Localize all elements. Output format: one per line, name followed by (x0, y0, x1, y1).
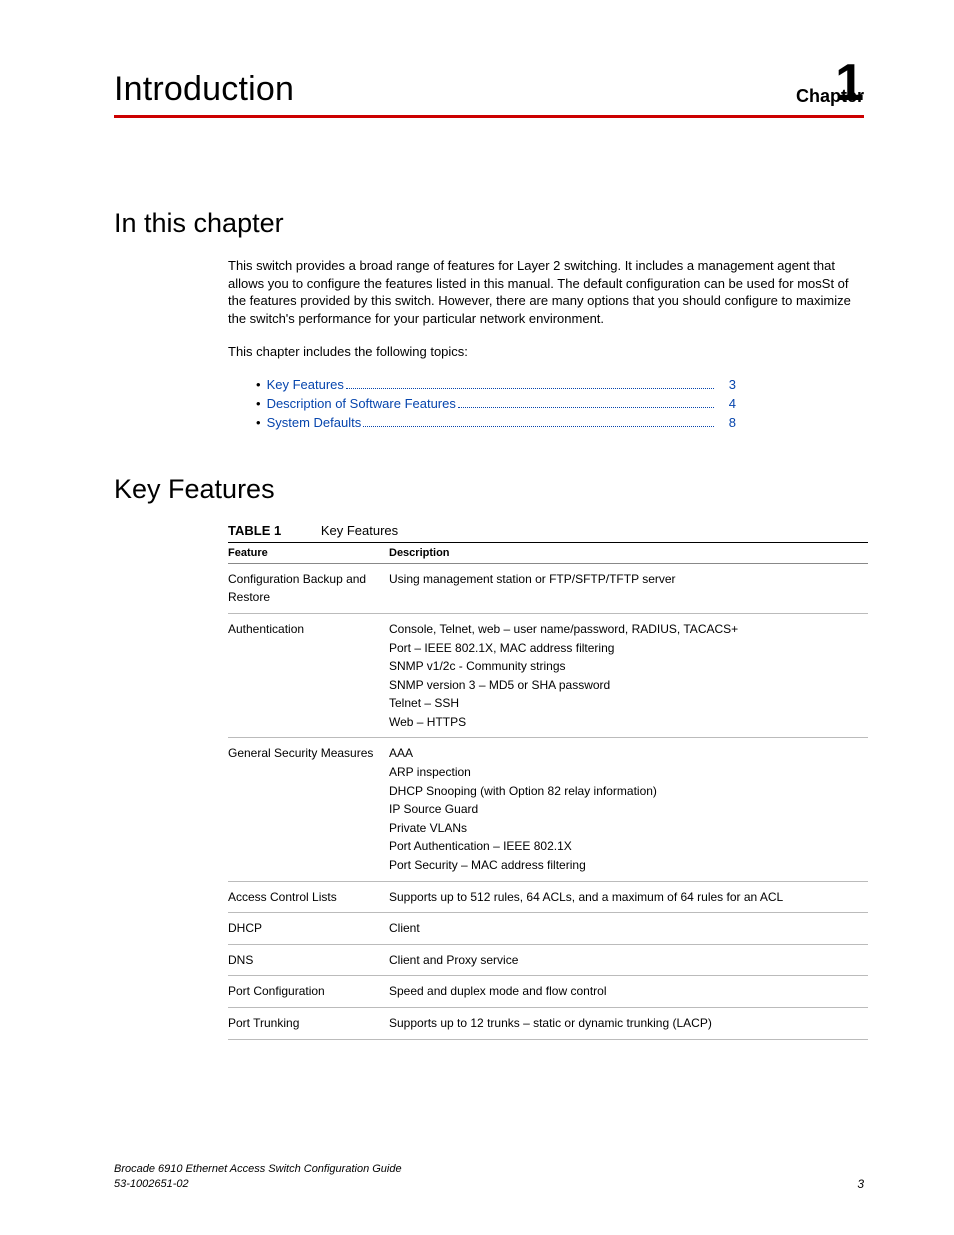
description-cell: Supports up to 12 trunks – static or dyn… (389, 1008, 868, 1040)
footer-page-number: 3 (857, 1177, 864, 1191)
table-caption: TABLE 1 Key Features (228, 523, 864, 538)
description-cell: Client (389, 913, 868, 945)
feature-cell: General Security Measures (228, 738, 389, 881)
table-row: Port TrunkingSupports up to 12 trunks – … (228, 1008, 868, 1040)
key-features-table: Feature Description Configuration Backup… (228, 542, 868, 1040)
chapter-toc: • Key Features 3 • Description of Softwa… (256, 377, 864, 430)
chapter-title-row: Introduction 1 (114, 59, 864, 118)
bullet-icon: • (256, 377, 261, 392)
table-row: DHCPClient (228, 913, 868, 945)
toc-entry[interactable]: • Key Features 3 (256, 377, 736, 392)
description-cell: Supports up to 512 rules, 64 ACLs, and a… (389, 881, 868, 913)
column-header-feature: Feature (228, 542, 389, 563)
table-row: Access Control ListsSupports up to 512 r… (228, 881, 868, 913)
toc-page-number: 8 (718, 415, 736, 430)
page: Chapter Introduction 1 In this chapter T… (0, 0, 954, 1235)
feature-cell: Authentication (228, 613, 389, 738)
table-title: Key Features (321, 523, 398, 538)
intro-paragraph-1: This switch provides a broad range of fe… (228, 257, 864, 327)
toc-leader-dots (458, 396, 714, 407)
toc-leader-dots (363, 415, 714, 426)
footer-doc-number: 53-1002651-02 (114, 1178, 189, 1190)
intro-paragraph-2: This chapter includes the following topi… (228, 343, 864, 361)
bullet-icon: • (256, 415, 261, 430)
section-heading-in-this-chapter: In this chapter (114, 208, 864, 239)
column-header-description: Description (389, 542, 868, 563)
toc-label: System Defaults (267, 415, 362, 430)
table-row: DNSClient and Proxy service (228, 944, 868, 976)
toc-page-number: 3 (718, 377, 736, 392)
footer-doc-title: Brocade 6910 Ethernet Access Switch Conf… (114, 1163, 402, 1175)
description-cell: Client and Proxy service (389, 944, 868, 976)
toc-entry[interactable]: • Description of Software Features 4 (256, 396, 736, 411)
feature-cell: DNS (228, 944, 389, 976)
toc-entry[interactable]: • System Defaults 8 (256, 415, 736, 430)
feature-cell: Port Trunking (228, 1008, 389, 1040)
feature-cell: Port Configuration (228, 976, 389, 1008)
feature-cell: Access Control Lists (228, 881, 389, 913)
description-cell: Console, Telnet, web – user name/passwor… (389, 613, 868, 738)
toc-leader-dots (346, 377, 714, 388)
table-row: General Security MeasuresAAAARP inspecti… (228, 738, 868, 881)
feature-cell: Configuration Backup and Restore (228, 563, 389, 613)
toc-label: Key Features (267, 377, 344, 392)
table-row: Port ConfigurationSpeed and duplex mode … (228, 976, 868, 1008)
section-body-key-features: TABLE 1 Key Features Feature Description… (228, 523, 864, 1040)
description-cell: AAAARP inspectionDHCP Snooping (with Opt… (389, 738, 868, 881)
page-footer: Brocade 6910 Ethernet Access Switch Conf… (114, 1162, 864, 1191)
toc-page-number: 4 (718, 396, 736, 411)
description-cell: Speed and duplex mode and flow control (389, 976, 868, 1008)
table-row: Configuration Backup and RestoreUsing ma… (228, 563, 868, 613)
bullet-icon: • (256, 396, 261, 411)
toc-label: Description of Software Features (267, 396, 456, 411)
footer-doc-info: Brocade 6910 Ethernet Access Switch Conf… (114, 1162, 402, 1191)
table-number: TABLE 1 (228, 523, 281, 538)
chapter-number: 1 (835, 57, 864, 109)
chapter-title: Introduction (114, 70, 294, 109)
table-row: AuthenticationConsole, Telnet, web – use… (228, 613, 868, 738)
section-body-in-this-chapter: This switch provides a broad range of fe… (228, 257, 864, 361)
section-heading-key-features: Key Features (114, 474, 864, 505)
description-cell: Using management station or FTP/SFTP/TFT… (389, 563, 868, 613)
feature-cell: DHCP (228, 913, 389, 945)
